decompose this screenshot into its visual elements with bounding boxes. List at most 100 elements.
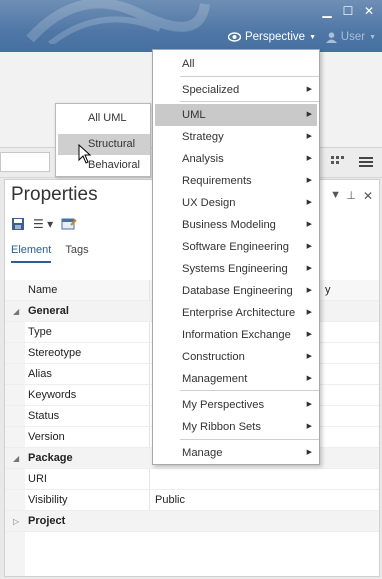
- menu-item-business-modeling[interactable]: Business Modeling ▶: [155, 214, 317, 236]
- submenu-arrow-icon: ▶: [306, 86, 312, 93]
- grid-category-row[interactable]: ▷ Project: [5, 511, 379, 532]
- panel-menu-icon[interactable]: ▼: [330, 189, 341, 201]
- menu-item-specialized[interactable]: Specialized ▶: [155, 79, 317, 101]
- menu-item-manage[interactable]: Manage ▶: [155, 442, 317, 464]
- menu-item-label: All: [182, 58, 195, 70]
- tab-element[interactable]: Element: [11, 244, 52, 263]
- properties-tabs: Element Tags: [11, 244, 89, 263]
- grid-property-row[interactable]: URI: [5, 469, 379, 490]
- menu-item-label: UML: [182, 109, 206, 121]
- menu-item-label: Manage: [182, 447, 223, 459]
- submenu-arrow-icon: ▶: [306, 111, 312, 118]
- dropdown-arrow-icon: ▼: [309, 33, 316, 41]
- submenu-arrow-icon: ▶: [306, 133, 312, 140]
- menu-icon[interactable]: [358, 155, 374, 169]
- menu-item-label: Database Engineering: [182, 285, 293, 297]
- submenu-arrow-icon: ▶: [306, 265, 312, 272]
- close-window-button[interactable]: ✕: [362, 4, 376, 18]
- property-name: Status: [5, 406, 150, 426]
- menu-item-label: Software Engineering: [182, 241, 289, 253]
- menu-item-construction[interactable]: Construction ▶: [155, 346, 317, 368]
- perspective-button[interactable]: Perspective ▼: [227, 31, 316, 43]
- column-header-name: Name: [5, 280, 150, 300]
- properties-dialog-icon[interactable]: [61, 217, 77, 231]
- perspective-label: Perspective: [244, 31, 306, 43]
- menu-item-label: UX Design: [182, 197, 236, 209]
- property-name: Stereotype: [5, 343, 150, 363]
- menu-item-all[interactable]: All: [155, 53, 317, 75]
- expand-toggle-icon[interactable]: ▷: [13, 517, 19, 526]
- close-panel-icon[interactable]: ✕: [363, 189, 373, 203]
- property-name: Project: [28, 515, 66, 527]
- user-icon: [325, 31, 337, 43]
- menu-item-information-exchange[interactable]: Information Exchange ▶: [155, 324, 317, 346]
- maximize-button[interactable]: ☐: [341, 4, 355, 18]
- save-icon[interactable]: [11, 217, 25, 231]
- tab-tags[interactable]: Tags: [65, 244, 88, 263]
- toolbar-input[interactable]: [0, 152, 50, 172]
- title-bar: ▁ ☐ ✕ Perspective ▼ User ▼: [0, 0, 382, 52]
- menu-item-label: Analysis: [182, 153, 224, 165]
- menu-item-uml[interactable]: UML ▶: [155, 104, 317, 126]
- submenu-arrow-icon: ▶: [306, 353, 312, 360]
- uml-filter-popup: All UML Structural Behavioral: [55, 103, 151, 177]
- menu-item-analysis[interactable]: Analysis ▶: [155, 148, 317, 170]
- menu-item-label: Construction: [182, 351, 245, 363]
- expand-toggle-icon[interactable]: ◢: [13, 307, 19, 316]
- menu-item-label: Strategy: [182, 131, 224, 143]
- menu-item-label: Business Modeling: [182, 219, 276, 231]
- menu-item-label: Management: [182, 373, 248, 385]
- expand-toggle-icon[interactable]: ◢: [13, 454, 19, 463]
- logo-watermark-icon: [26, 0, 210, 44]
- menu-item-label: Specialized: [182, 84, 240, 96]
- mouse-cursor-icon: [78, 144, 92, 164]
- menu-item-my-perspectives[interactable]: My Perspectives ▶: [155, 394, 317, 416]
- menu-item-label: Requirements: [182, 175, 252, 187]
- submenu-arrow-icon: ▶: [306, 287, 312, 294]
- grid-view-icon[interactable]: [330, 155, 346, 169]
- perspective-menu: All Specialized ▶ UML ▶ Strategy ▶ Analysis ▶ Req…: [152, 49, 320, 465]
- menu-item-management[interactable]: Management ▶: [155, 368, 317, 390]
- property-name: General: [28, 305, 69, 317]
- menu-item-label: Information Exchange: [182, 329, 291, 341]
- menu-item-enterprise-architecture[interactable]: Enterprise Architecture ▶: [155, 302, 317, 324]
- properties-toolbar: ☰ ▾: [11, 217, 77, 231]
- property-value[interactable]: Public: [150, 494, 185, 506]
- property-name: Alias: [5, 364, 150, 384]
- menu-item-ux-design[interactable]: UX Design ▶: [155, 192, 317, 214]
- property-name: Package: [28, 452, 73, 464]
- menu-item-strategy[interactable]: Strategy ▶: [155, 126, 317, 148]
- menu-item-my-ribbon-sets[interactable]: My Ribbon Sets ▶: [155, 416, 317, 438]
- property-name: Version: [5, 427, 150, 447]
- submenu-arrow-icon: ▶: [306, 449, 312, 456]
- user-button[interactable]: User ▼: [325, 31, 376, 43]
- submenu-arrow-icon: ▶: [306, 177, 312, 184]
- popup-item-all-uml[interactable]: All UML: [58, 108, 150, 129]
- grid-property-row[interactable]: Visibility Public: [5, 490, 379, 511]
- menu-item-label: Systems Engineering: [182, 263, 288, 275]
- dropdown-arrow-icon: ▼: [369, 33, 376, 41]
- submenu-arrow-icon: ▶: [306, 243, 312, 250]
- menu-separator: [180, 390, 319, 391]
- menu-item-label: My Ribbon Sets: [182, 421, 261, 433]
- column-header-value: y: [325, 284, 331, 296]
- menu-item-label: Enterprise Architecture: [182, 307, 296, 319]
- submenu-arrow-icon: ▶: [306, 423, 312, 430]
- user-label: User: [340, 31, 366, 43]
- property-name: URI: [5, 469, 150, 489]
- menu-item-requirements[interactable]: Requirements ▶: [155, 170, 317, 192]
- list-options-icon[interactable]: ☰ ▾: [33, 217, 53, 231]
- popup-item-behavioral[interactable]: Behavioral: [58, 155, 150, 176]
- menu-separator: [180, 101, 319, 102]
- submenu-arrow-icon: ▶: [306, 375, 312, 382]
- menu-item-database-engineering[interactable]: Database Engineering ▶: [155, 280, 317, 302]
- minimize-button[interactable]: ▁: [320, 4, 334, 18]
- menu-item-label: My Perspectives: [182, 399, 265, 411]
- menu-item-systems-engineering[interactable]: Systems Engineering ▶: [155, 258, 317, 280]
- submenu-arrow-icon: ▶: [306, 199, 312, 206]
- menu-item-software-engineering[interactable]: Software Engineering ▶: [155, 236, 317, 258]
- property-name: Visibility: [5, 490, 150, 510]
- pin-icon[interactable]: ⊥: [346, 189, 356, 202]
- popup-item-structural[interactable]: Structural: [58, 134, 150, 155]
- eye-icon: [227, 32, 241, 42]
